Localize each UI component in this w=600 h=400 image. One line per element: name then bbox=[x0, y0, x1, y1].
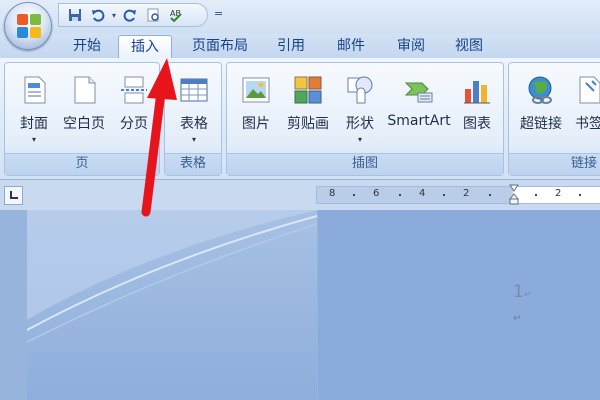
group-links: 超链接 书签 链接 bbox=[508, 62, 600, 176]
group-illustrations: 图片 剪贴画 形状 ▾ SmartArt 图表 插图 bbox=[226, 62, 504, 176]
ruler-number: 2 bbox=[555, 188, 562, 199]
ruler-number: 8 bbox=[329, 188, 336, 199]
hyperlink-button[interactable]: 超链接 bbox=[513, 69, 569, 149]
shapes-label: 形状 bbox=[346, 116, 374, 132]
office-button[interactable] bbox=[4, 2, 52, 50]
table-icon bbox=[180, 78, 208, 102]
document-page[interactable] bbox=[318, 210, 600, 400]
ruler-number: 4 bbox=[419, 188, 426, 199]
tab-page-layout[interactable]: 页面布局 bbox=[180, 35, 260, 58]
print-preview-icon[interactable] bbox=[143, 6, 163, 24]
cover-page-icon bbox=[24, 76, 46, 104]
group-pages-label: 页 bbox=[5, 153, 159, 175]
chevron-down-icon: ▾ bbox=[191, 135, 196, 144]
bookmark-button[interactable]: 书签 bbox=[567, 69, 600, 149]
picture-icon bbox=[242, 77, 270, 103]
horizontal-ruler[interactable]: 8 6 4 2 2 bbox=[316, 184, 600, 206]
tab-home[interactable]: 开始 bbox=[62, 35, 112, 58]
cover-page-button[interactable]: 封面 ▾ bbox=[9, 69, 59, 149]
tab-insert[interactable]: 插入 bbox=[118, 35, 172, 58]
undo-icon[interactable] bbox=[88, 6, 108, 24]
group-pages: 封面 ▾ 空白页 分页 页 bbox=[4, 62, 160, 176]
bookmark-icon bbox=[579, 76, 600, 104]
customize-quick-access-icon[interactable]: = bbox=[214, 7, 223, 20]
chevron-down-icon: ▾ bbox=[357, 135, 362, 144]
title-bar: ▾ AB = bbox=[0, 0, 600, 50]
page-number-text: 1↵ bbox=[513, 282, 532, 302]
group-tables-label: 表格 bbox=[165, 153, 221, 175]
picture-button[interactable]: 图片 bbox=[231, 69, 281, 149]
hyperlink-label: 超链接 bbox=[520, 116, 562, 132]
page-break-icon bbox=[121, 76, 147, 104]
picture-label: 图片 bbox=[242, 116, 270, 132]
chevron-down-icon: ▾ bbox=[31, 135, 36, 144]
tab-review[interactable]: 审阅 bbox=[388, 35, 434, 58]
shapes-button[interactable]: 形状 ▾ bbox=[335, 69, 385, 149]
page-break-label: 分页 bbox=[120, 116, 148, 132]
tab-view[interactable]: 视图 bbox=[446, 35, 492, 58]
table-label: 表格 bbox=[180, 116, 208, 132]
office-logo-icon bbox=[17, 14, 41, 38]
smartart-label: SmartArt bbox=[387, 113, 451, 129]
hyperlink-icon bbox=[528, 76, 552, 104]
group-links-label: 链接 bbox=[509, 153, 600, 175]
clip-art-button[interactable]: 剪贴画 bbox=[281, 69, 335, 149]
save-icon[interactable] bbox=[65, 6, 85, 24]
blank-page-icon bbox=[74, 76, 96, 104]
undo-dropdown-icon[interactable]: ▾ bbox=[111, 11, 117, 20]
ruler-number: 6 bbox=[373, 188, 380, 199]
clip-art-icon bbox=[294, 76, 322, 104]
cover-page-label: 封面 bbox=[20, 116, 48, 132]
cover-page-preview bbox=[26, 210, 318, 400]
ribbon-tabs: 开始 插入 页面布局 引用 邮件 审阅 视图 bbox=[0, 33, 600, 58]
chart-label: 图表 bbox=[463, 116, 491, 132]
shapes-icon bbox=[347, 76, 373, 104]
table-button[interactable]: 表格 ▾ bbox=[169, 69, 219, 149]
ribbon: 封面 ▾ 空白页 分页 页 表格 ▾ 表格 图片 剪贴画 形状 ▾ SmartA… bbox=[0, 58, 600, 180]
ruler-number: 2 bbox=[463, 188, 470, 199]
tab-references[interactable]: 引用 bbox=[268, 35, 314, 58]
spelling-icon[interactable]: AB bbox=[166, 6, 186, 24]
tab-mailings[interactable]: 邮件 bbox=[328, 35, 374, 58]
quick-access-toolbar: ▾ AB bbox=[58, 3, 208, 27]
paragraph-mark: ↵ bbox=[513, 313, 522, 324]
page-break-button[interactable]: 分页 bbox=[109, 69, 159, 149]
smartart-icon bbox=[404, 82, 433, 103]
document-area[interactable] bbox=[0, 210, 600, 400]
bookmark-label: 书签 bbox=[575, 116, 600, 132]
group-tables: 表格 ▾ 表格 bbox=[164, 62, 222, 176]
blank-page-label: 空白页 bbox=[63, 116, 105, 132]
group-illustrations-label: 插图 bbox=[227, 153, 503, 175]
blank-page-button[interactable]: 空白页 bbox=[59, 69, 109, 149]
smartart-button[interactable]: SmartArt bbox=[383, 69, 455, 149]
tab-selector-button[interactable] bbox=[4, 186, 23, 205]
chart-button[interactable]: 图表 bbox=[453, 69, 501, 149]
redo-icon[interactable] bbox=[120, 6, 140, 24]
indent-marker-icon[interactable] bbox=[509, 184, 519, 206]
clip-art-label: 剪贴画 bbox=[287, 116, 329, 132]
chart-icon bbox=[464, 81, 490, 104]
